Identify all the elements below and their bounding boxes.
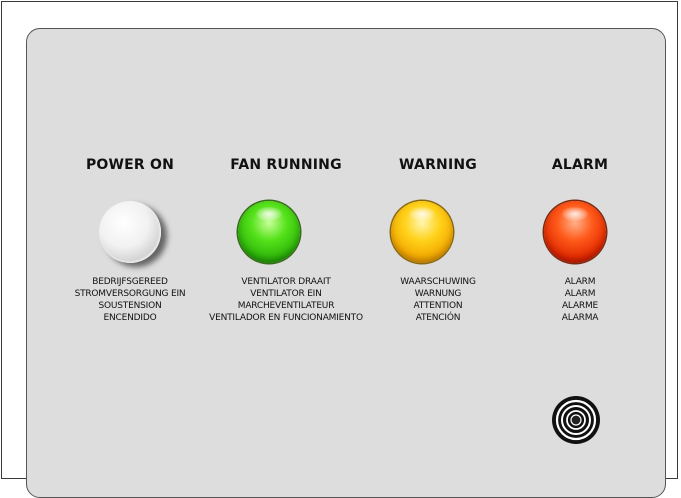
indicator-title: FAN RUNNING — [230, 157, 342, 173]
green-indicator-lamp — [238, 201, 300, 263]
description-line: ALARMA — [561, 313, 599, 323]
description-line: ALARM — [564, 277, 596, 287]
control-panel: POWER ON BEDRIJFSGEREED STROMVERSORGUNG … — [26, 28, 666, 498]
indicator-title: ALARM — [551, 157, 609, 173]
indicator-description: ALARM ALARM ALARME ALARMA — [465, 276, 681, 324]
amber-indicator-lamp — [391, 201, 453, 263]
white-indicator-lamp — [99, 201, 161, 263]
buzzer-speaker-icon — [552, 396, 600, 444]
red-indicator-lamp — [544, 201, 606, 263]
image-frame: POWER ON BEDRIJFSGEREED STROMVERSORGUNG … — [1, 1, 678, 498]
description-line: ALARME — [561, 301, 599, 311]
indicator-title: POWER ON — [85, 157, 175, 173]
description-line: ALARM — [564, 289, 596, 299]
